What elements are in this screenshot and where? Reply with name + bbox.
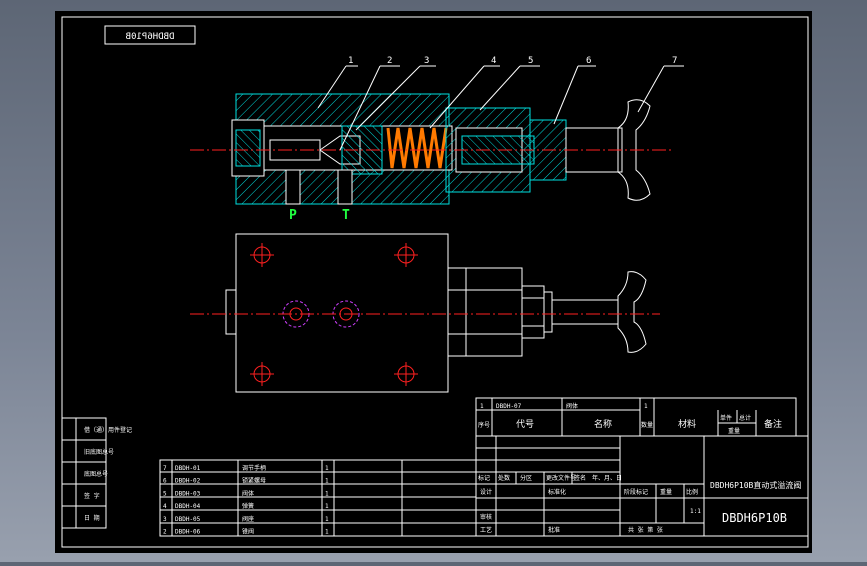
parts-cell-code: DBDH-01: [175, 465, 201, 472]
parts-cell-code: DBDH-04: [175, 503, 201, 510]
rev-header-count: 处数: [498, 474, 510, 482]
port-p-channel: [285, 169, 301, 205]
tb-approve: 批准: [548, 526, 560, 534]
parts-cell-qty: 1: [325, 478, 329, 485]
parts-cell-code: DBDH-02: [175, 478, 201, 485]
signoff-row-1: 借（通）用件登记: [84, 426, 132, 434]
bom-head-unit: 单件: [720, 414, 732, 422]
bom-head-weight: 重量: [728, 427, 740, 435]
plug-hatch: [235, 129, 261, 167]
parts-cell-qty: 1: [325, 503, 329, 510]
tb-title: DBDH6P10B直动式溢流阀: [710, 480, 801, 490]
cad-drawing-canvas[interactable]: DBDH6P10B P T 1 2 3 4 5 6 7 借（通）用件登记 旧底图…: [0, 0, 867, 562]
parts-cell-no: 3: [163, 516, 167, 523]
parts-cell-name: 锁紧螺母: [242, 477, 266, 485]
rev-header-zone: 分区: [520, 474, 532, 482]
balloon-4: 4: [491, 56, 496, 66]
parts-cell-code: DBDH-05: [175, 516, 201, 523]
rev-header-sign: 签名: [574, 474, 586, 482]
port-t-label: T: [342, 208, 350, 223]
port-t-channel: [337, 169, 353, 205]
parts-cell-qty: 1: [325, 529, 329, 536]
bom-row-name: 阀体: [566, 402, 578, 410]
parts-cell-code: DBDH-03: [175, 490, 201, 497]
balloon-3: 3: [424, 56, 429, 66]
tb-design: 设计: [480, 488, 492, 496]
parts-cell-name: 锥阀: [242, 528, 254, 536]
mirrored-stamp-text: DBDH6P10B: [126, 32, 175, 42]
bom-row-code: DBDH-07: [496, 403, 522, 410]
cad-viewport[interactable]: DBDH6P10B P T 1 2 3 4 5 6 7 借（通）用件登记 旧底图…: [0, 0, 867, 562]
tb-stage: 阶段标记: [624, 488, 648, 496]
parts-cell-code: DBDH-06: [175, 529, 201, 536]
signoff-row-3: 底图总号: [84, 470, 108, 478]
parts-cell-no: 4: [163, 503, 167, 510]
tb-process: 工艺: [480, 526, 492, 534]
bom-head-no: 序号: [478, 421, 490, 429]
bom-head-code: 代号: [516, 419, 534, 430]
parts-cell-qty: 1: [325, 490, 329, 497]
rev-header-mark: 标记: [478, 474, 490, 482]
port-p-label: P: [289, 208, 297, 223]
bom-row-qty: 1: [644, 403, 648, 410]
parts-cell-qty: 1: [325, 465, 329, 472]
bom-row-no: 1: [480, 403, 484, 410]
signoff-row-4: 签 字: [84, 492, 100, 500]
parts-cell-no: 5: [163, 490, 167, 497]
bom-head-total: 总计: [739, 414, 751, 422]
tb-check: 审核: [480, 513, 492, 521]
parts-cell-no: 6: [163, 478, 167, 485]
rev-header-date: 年、月、日: [592, 474, 622, 482]
signoff-row-2: 旧底图总号: [84, 448, 114, 456]
bom-head-remark: 备注: [764, 418, 782, 430]
parts-cell-no: 7: [163, 465, 167, 472]
tb-drawing-no: DBDH6P10B: [722, 511, 787, 525]
rev-header-file: 更改文件号: [546, 474, 576, 482]
tb-sheets: 共 张 第 张: [628, 526, 663, 534]
balloon-5: 5: [528, 56, 533, 66]
parts-cell-name: 弹簧: [242, 502, 254, 510]
parts-cell-name: 阀座: [242, 515, 254, 523]
balloon-7: 7: [672, 56, 677, 66]
balloon-6: 6: [586, 56, 591, 66]
balloon-2: 2: [387, 56, 392, 66]
parts-cell-qty: 1: [325, 516, 329, 523]
tb-standard: 标准化: [548, 488, 566, 496]
bom-head-qty: 数量: [641, 421, 653, 429]
tb-scale: 1:1: [690, 508, 701, 515]
parts-cell-no: 2: [163, 529, 167, 536]
parts-cell-name: 阀体: [242, 489, 254, 497]
signoff-row-5: 日 期: [84, 514, 100, 522]
bom-head-name: 名称: [594, 418, 612, 430]
bom-head-material: 材料: [678, 418, 696, 430]
tb-ratio: 比例: [686, 488, 698, 496]
tb-weight: 重量: [660, 488, 672, 496]
balloon-1: 1: [348, 56, 353, 66]
parts-cell-name: 调节手柄: [242, 464, 266, 472]
